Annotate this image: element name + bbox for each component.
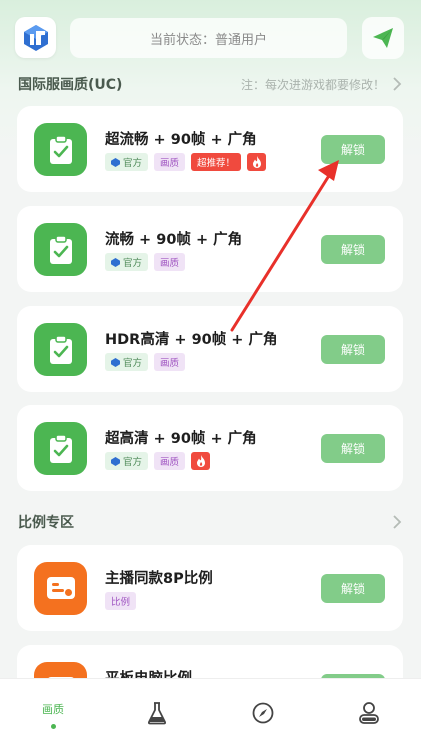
nav-label: 画质 [42,703,64,716]
ratio-card-2[interactable]: 平板电脑比例 解锁 [17,645,403,678]
official-logo-icon [111,357,120,367]
card-title: 超高清 + 90帧 + 广角 [105,431,257,447]
tag-official: 官方 [105,353,149,371]
compass-icon [252,702,274,724]
section-title: 比例专区 [18,515,74,531]
clipboard-check-icon [34,422,87,475]
section-header-quality: 国际服画质(UC) 注：每次进游戏都要修改！ [18,73,403,95]
unlock-button[interactable]: 解锁 [321,135,385,164]
clipboard-check-icon [34,323,87,376]
preset-card-1[interactable]: 超流畅 + 90帧 + 广角 官方 画质 超推荐！ 解锁 [17,106,403,192]
section-title: 国际服画质(UC) [18,77,123,93]
flame-icon [191,452,211,470]
card-title: HDR高清 + 90帧 + 广角 [105,332,278,348]
clipboard-check-icon [34,123,87,176]
card-title: 主播同款8P比例 [105,571,213,587]
ratio-card-icon [34,562,87,615]
tag-recommended: 超推荐！ [191,153,242,171]
nav-tab-profile[interactable] [339,679,399,748]
user-icon [359,702,379,724]
official-logo-icon [111,257,120,267]
preset-card-2[interactable]: 流畅 + 90帧 + 广角 官方 画质 解锁 [17,206,403,292]
unlock-button[interactable]: 解锁 [321,574,385,603]
tag-official: 官方 [105,153,149,171]
preset-card-4[interactable]: 超高清 + 90帧 + 广角 官方 画质 解锁 [17,405,403,491]
section-header-ratio: 比例专区 [18,511,403,533]
tag-quality: 画质 [154,452,186,470]
card-title: 超流畅 + 90帧 + 广角 [105,132,257,148]
tag-quality: 画质 [154,253,186,271]
card-title: 平板电脑比例 [105,667,192,678]
ratio-card-icon [34,662,87,678]
clipboard-check-icon [34,223,87,276]
tag-official: 官方 [105,253,149,271]
chevron-right-icon[interactable] [391,77,403,91]
flame-icon [247,153,267,171]
unlock-button[interactable]: 解锁 [321,335,385,364]
official-logo-icon [111,456,120,466]
tag-quality: 画质 [154,153,186,171]
section-note: 注：每次进游戏都要修改！ [240,77,385,92]
official-logo-icon [111,157,120,167]
bottom-nav: 画质 [0,678,421,748]
chevron-right-icon[interactable] [391,515,403,529]
nav-tab-lab[interactable] [127,679,187,748]
card-title: 流畅 + 90帧 + 广角 [105,232,243,248]
unlock-button[interactable]: 解锁 [321,434,385,463]
nav-tab-quality[interactable]: 画质 [23,679,83,748]
tag-official: 官方 [105,452,149,470]
nav-tab-explore[interactable] [233,679,293,748]
ratio-card-1[interactable]: 主播同款8P比例 比例 解锁 [17,545,403,631]
preset-card-3[interactable]: HDR高清 + 90帧 + 广角 官方 画质 解锁 [17,306,403,392]
unlock-button[interactable]: 解锁 [321,235,385,264]
active-dot [50,724,56,729]
tag-quality: 画质 [154,353,186,371]
content-scroll[interactable]: 国际服画质(UC) 注：每次进游戏都要修改！ 超流畅 + 90帧 + 广角 官方… [0,0,421,678]
flask-icon [147,702,167,725]
tag-ratio: 比例 [105,592,137,610]
